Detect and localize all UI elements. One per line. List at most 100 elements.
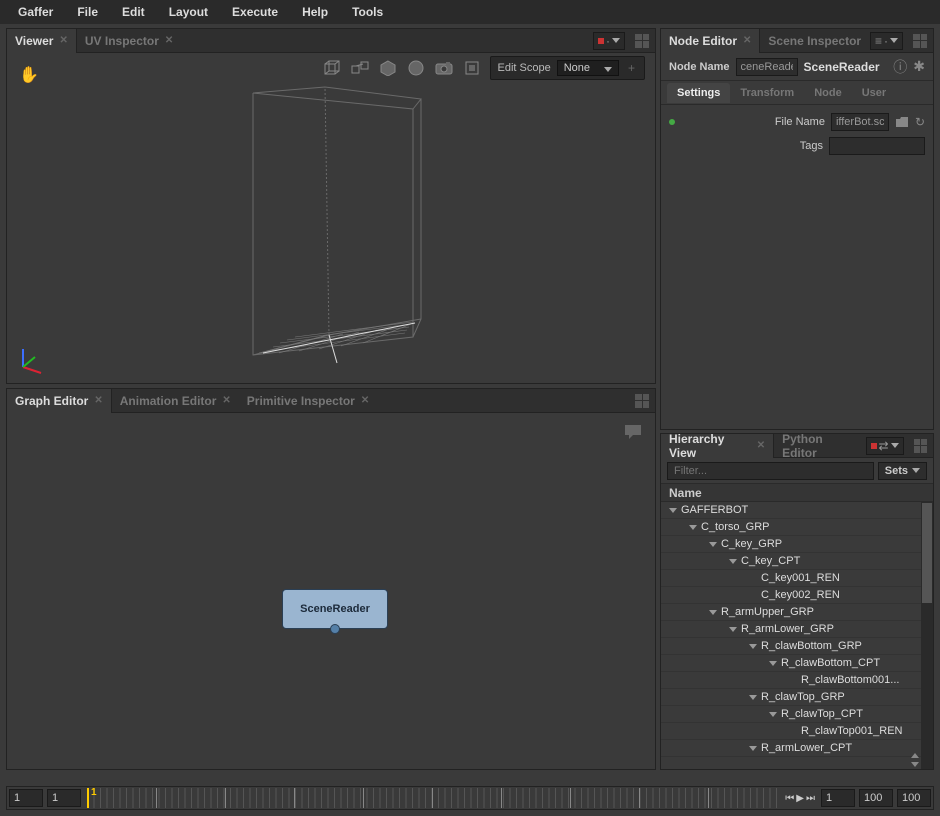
pan-hand-icon[interactable]: ✋ (19, 65, 39, 85)
playhead[interactable] (87, 788, 89, 808)
expand-icon[interactable] (709, 610, 717, 615)
tab-primitive-inspector[interactable]: Primitive Inspector ✕ (239, 389, 377, 413)
crop-icon[interactable] (462, 58, 482, 78)
pin-dropdown[interactable]: ⇄ (866, 437, 904, 455)
menu-edit[interactable]: Edit (110, 1, 157, 23)
tab-graph-editor[interactable]: Graph Editor ✕ (7, 389, 112, 413)
hierarchy-item-label: GAFFERBOT (681, 504, 748, 516)
wireframe-cube-icon[interactable] (322, 58, 342, 78)
menu-execute[interactable]: Execute (220, 1, 290, 23)
hierarchy-item[interactable]: R_armUpper_GRP (661, 604, 933, 621)
node-scenereader[interactable]: SceneReader (282, 589, 388, 629)
layout-grid-icon[interactable] (635, 34, 649, 48)
skip-end-icon[interactable]: ⏭ (806, 793, 815, 804)
pin-dropdown[interactable]: ≡ · (870, 32, 903, 50)
axis-gizmo[interactable] (15, 345, 45, 375)
close-icon[interactable]: ✕ (743, 35, 751, 46)
expand-icon[interactable] (729, 559, 737, 564)
expand-icon[interactable] (749, 746, 757, 751)
pin-dropdown[interactable]: · (593, 32, 625, 50)
hierarchy-item[interactable]: R_clawTop_CPT (661, 706, 933, 723)
nodename-input[interactable] (736, 58, 798, 76)
expand-icon[interactable] (749, 644, 757, 649)
menu-help[interactable]: Help (290, 1, 340, 23)
hierarchy-item[interactable]: C_key002_REN (661, 587, 933, 604)
menu-layout[interactable]: Layout (157, 1, 220, 23)
skip-start-icon[interactable]: ⏮ (785, 793, 794, 804)
hierarchy-item[interactable]: R_clawBottom001... (661, 672, 933, 689)
expand-icon[interactable] (769, 712, 777, 717)
expand-icon[interactable] (749, 695, 757, 700)
viewport-3d[interactable] (7, 83, 655, 383)
tab-node-editor[interactable]: Node Editor ✕ (661, 29, 760, 53)
filter-input[interactable] (667, 462, 874, 480)
timeline-end-range[interactable]: 100 (897, 789, 931, 807)
scroll-down-icon[interactable] (911, 762, 919, 767)
layout-grid-icon[interactable] (914, 439, 927, 453)
timeline-track[interactable]: 1 (87, 788, 777, 808)
expand-icon[interactable] (769, 661, 777, 666)
tab-viewer[interactable]: Viewer ✕ (7, 29, 77, 53)
sectab-user[interactable]: User (852, 83, 896, 103)
folder-icon[interactable] (895, 116, 909, 128)
menu-tools[interactable]: Tools (340, 1, 395, 23)
hierarchy-item-label: R_clawBottom_GRP (761, 640, 862, 652)
expand-selection-icon[interactable] (350, 58, 370, 78)
sets-dropdown[interactable]: Sets (878, 462, 927, 480)
timeline-start-range[interactable]: 1 (9, 789, 43, 807)
hierarchy-item[interactable]: R_clawTop_GRP (661, 689, 933, 706)
play-icon[interactable]: ▶ (796, 793, 804, 804)
shading-sphere-icon[interactable] (406, 58, 426, 78)
sectab-node[interactable]: Node (804, 83, 852, 103)
scrollbar[interactable] (921, 502, 933, 769)
sectab-transform[interactable]: Transform (730, 83, 804, 103)
hierarchy-item[interactable]: R_armLower_GRP (661, 621, 933, 638)
hierarchy-item[interactable]: R_clawTop001_REN (661, 723, 933, 740)
hierarchy-item[interactable]: GAFFERBOT (661, 502, 933, 519)
close-icon[interactable]: ✕ (361, 395, 369, 406)
menu-file[interactable]: File (65, 1, 110, 23)
tab-hierarchy-view[interactable]: Hierarchy View ✕ (661, 434, 774, 458)
hierarchy-item[interactable]: C_key001_REN (661, 570, 933, 587)
gear-icon[interactable]: ✱ (913, 58, 925, 75)
close-icon[interactable]: ✕ (757, 440, 765, 451)
timeline-current[interactable]: 1 (821, 789, 855, 807)
tab-scene-inspector[interactable]: Scene Inspector (760, 29, 869, 53)
expand-icon[interactable] (689, 525, 697, 530)
expand-icon[interactable] (709, 542, 717, 547)
hierarchy-item[interactable]: C_torso_GRP (661, 519, 933, 536)
hierarchy-item[interactable]: R_clawBottom_GRP (661, 638, 933, 655)
camera-icon[interactable] (434, 58, 454, 78)
timeline-end-frame[interactable]: 100 (859, 789, 893, 807)
close-icon[interactable]: ✕ (222, 395, 230, 406)
sectab-settings[interactable]: Settings (667, 83, 730, 103)
graph-canvas[interactable]: SceneReader (7, 413, 655, 769)
expand-icon[interactable] (669, 508, 677, 513)
hierarchy-item[interactable]: C_key_GRP (661, 536, 933, 553)
menu-gaffer[interactable]: Gaffer (6, 1, 65, 23)
plus-icon[interactable]: + (625, 61, 638, 75)
tab-uv-inspector[interactable]: UV Inspector ✕ (77, 29, 181, 53)
info-icon[interactable]: ⓘ (893, 57, 907, 77)
close-icon[interactable]: ✕ (59, 35, 67, 46)
tab-animation-editor[interactable]: Animation Editor ✕ (112, 389, 239, 413)
annotation-icon[interactable] (623, 423, 643, 441)
reload-icon[interactable]: ↻ (915, 115, 925, 129)
layout-grid-icon[interactable] (913, 34, 927, 48)
scroll-thumb[interactable] (922, 503, 932, 603)
filename-input[interactable] (831, 113, 889, 131)
timeline-start-frame[interactable]: 1 (47, 789, 81, 807)
tags-input[interactable] (829, 137, 925, 155)
expand-icon[interactable] (729, 627, 737, 632)
node-output-port[interactable] (330, 624, 340, 634)
close-icon[interactable]: ✕ (165, 35, 173, 46)
scroll-up-icon[interactable] (911, 753, 919, 758)
layout-grid-icon[interactable] (635, 394, 649, 408)
hierarchy-item[interactable]: R_armLower_CPT (661, 740, 933, 757)
close-icon[interactable]: ✕ (94, 395, 102, 406)
hierarchy-item[interactable]: C_key_CPT (661, 553, 933, 570)
tab-python-editor[interactable]: Python Editor (774, 434, 865, 458)
hierarchy-item[interactable]: R_clawBottom_CPT (661, 655, 933, 672)
editscope-select[interactable]: None (557, 60, 619, 76)
solid-cube-icon[interactable] (378, 58, 398, 78)
